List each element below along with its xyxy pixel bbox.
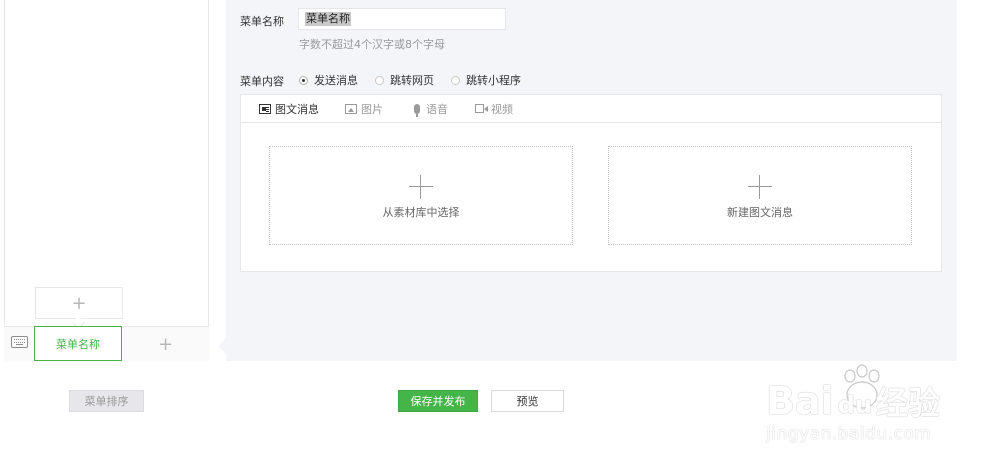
plus-icon	[409, 175, 433, 199]
radio-unchecked-icon	[451, 75, 460, 85]
radio-checked-icon	[299, 75, 308, 85]
menu-name-label: 菜单名称	[240, 15, 284, 28]
menu-bar: 菜单名称 +	[4, 326, 209, 361]
menu-name-hint: 字数不超过4个汉字或8个字母	[299, 38, 445, 51]
tab-video[interactable]: 视频	[475, 95, 513, 122]
tab-image[interactable]: 图片	[345, 95, 383, 122]
menu-name-value: 菜单名称	[305, 12, 351, 26]
tab-news[interactable]: 图文消息	[259, 95, 319, 122]
menu-sort-button[interactable]: 菜单排序	[69, 390, 144, 412]
tab-label: 图片	[361, 102, 383, 116]
message-type-tabs: 图文消息 图片 语音 视频	[241, 95, 941, 123]
keyboard-icon[interactable]	[11, 336, 28, 348]
tab-label: 语音	[426, 102, 448, 116]
menu-name-input[interactable]: 菜单名称	[298, 8, 506, 30]
baidu-jingyan-watermark: Bai du 经验 jingyan.baidu.com	[766, 362, 966, 452]
image-icon	[345, 103, 357, 114]
panel-pointer	[218, 338, 226, 354]
radio-unchecked-icon	[375, 75, 384, 85]
tab-label: 视频	[491, 102, 513, 116]
radio-open-webpage[interactable]: 跳转网页	[375, 72, 434, 88]
preview-button[interactable]: 预览	[491, 390, 564, 412]
video-icon	[475, 104, 488, 113]
news-icon	[259, 103, 271, 114]
plus-icon: +	[157, 333, 174, 355]
plus-icon: +	[71, 292, 87, 314]
create-news-label: 新建图文消息	[727, 206, 793, 219]
add-submenu-button[interactable]: +	[35, 287, 123, 319]
menu-item-active[interactable]: 菜单名称	[34, 326, 122, 361]
pick-from-library-area[interactable]: 从素材库中选择	[269, 146, 573, 245]
microphone-icon	[414, 103, 420, 117]
radio-label: 跳转网页	[390, 74, 434, 87]
logo-text: Bai	[766, 379, 834, 423]
add-menu-button[interactable]: +	[122, 327, 209, 361]
logo-text: 经验	[875, 384, 940, 422]
radio-label: 跳转小程序	[466, 74, 521, 87]
pick-from-library-label: 从素材库中选择	[382, 206, 460, 219]
menu-content-options: 发送消息 跳转网页 跳转小程序	[299, 72, 538, 88]
message-content-box: 图文消息 图片 语音 视频 从素材库中选择 新建图文消息	[240, 94, 942, 272]
menu-content-label: 菜单内容	[240, 75, 284, 88]
watermark-url: jingyan.baidu.com	[766, 424, 932, 444]
watermark-logo: Bai du 经验	[766, 378, 940, 424]
create-news-area[interactable]: 新建图文消息	[608, 146, 912, 245]
plus-icon	[748, 175, 772, 199]
radio-label: 发送消息	[314, 74, 358, 87]
radio-send-message[interactable]: 发送消息	[299, 72, 358, 88]
logo-text: du	[837, 391, 872, 419]
save-and-publish-button[interactable]: 保存并发布	[398, 390, 478, 412]
radio-open-miniprogram[interactable]: 跳转小程序	[451, 72, 521, 88]
tab-voice[interactable]: 语音	[412, 95, 448, 122]
tab-label: 图文消息	[275, 102, 319, 116]
